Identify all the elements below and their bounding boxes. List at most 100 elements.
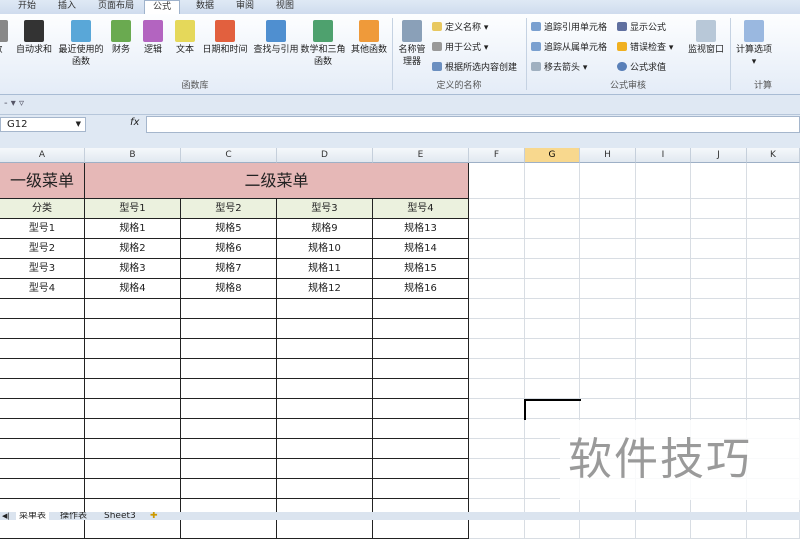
cell[interactable] (580, 239, 636, 259)
empty-cell[interactable] (181, 299, 277, 319)
sheet-tab-2[interactable]: Sheet3 (104, 512, 136, 520)
cell[interactable] (525, 379, 580, 399)
table-cell[interactable]: 规格7 (181, 259, 277, 279)
cell[interactable] (469, 459, 525, 479)
empty-cell[interactable] (181, 339, 277, 359)
table-cell[interactable]: 规格3 (85, 259, 181, 279)
empty-cell[interactable] (0, 419, 85, 439)
empty-cell[interactable] (85, 459, 181, 479)
empty-cell[interactable] (85, 439, 181, 459)
cell[interactable] (691, 359, 747, 379)
cell[interactable] (636, 299, 691, 319)
cell[interactable] (747, 163, 800, 199)
table-cell[interactable]: 规格8 (181, 279, 277, 299)
empty-cell[interactable] (373, 339, 469, 359)
cell[interactable] (691, 339, 747, 359)
empty-cell[interactable] (0, 299, 85, 319)
cell[interactable] (580, 339, 636, 359)
cell[interactable] (636, 399, 691, 419)
empty-cell[interactable] (277, 439, 373, 459)
cell[interactable] (636, 219, 691, 239)
cell[interactable] (525, 199, 580, 219)
empty-cell[interactable] (85, 319, 181, 339)
cell[interactable] (469, 339, 525, 359)
empty-cell[interactable] (85, 299, 181, 319)
cell[interactable] (525, 259, 580, 279)
cell[interactable] (469, 239, 525, 259)
cell[interactable] (691, 199, 747, 219)
trace-precedents-button[interactable]: 追踪引用单元格 (531, 20, 607, 33)
cell[interactable] (525, 519, 580, 539)
empty-cell[interactable] (181, 459, 277, 479)
cell[interactable] (469, 279, 525, 299)
empty-cell[interactable] (85, 339, 181, 359)
empty-cell[interactable] (277, 519, 373, 539)
empty-cell[interactable] (277, 479, 373, 499)
cell[interactable] (580, 299, 636, 319)
empty-cell[interactable] (181, 379, 277, 399)
cell[interactable] (469, 359, 525, 379)
table-cell[interactable]: 规格16 (373, 279, 469, 299)
empty-cell[interactable] (0, 519, 85, 539)
empty-cell[interactable] (277, 299, 373, 319)
name-box[interactable]: G12 ▼ (0, 117, 86, 132)
tab-3[interactable]: 公式 (144, 0, 181, 14)
error-checking-button[interactable]: 错误检查 ▾ (617, 40, 673, 53)
cell[interactable] (691, 399, 747, 419)
cell[interactable] (691, 299, 747, 319)
table-cell[interactable]: 规格9 (277, 219, 373, 239)
table-cell[interactable]: 规格1 (85, 219, 181, 239)
cell[interactable] (636, 239, 691, 259)
empty-cell[interactable] (373, 399, 469, 419)
cell[interactable] (469, 399, 525, 419)
calculation-options-button[interactable]: 计算选项 ▾ (734, 20, 774, 68)
show-formulas-button[interactable]: 显示公式 (617, 20, 666, 33)
function-button-1[interactable]: 自动求和 (14, 20, 54, 56)
function-button-3[interactable]: 财务 (108, 20, 134, 56)
cell[interactable] (747, 359, 800, 379)
cell[interactable] (525, 359, 580, 379)
empty-cell[interactable] (373, 419, 469, 439)
column-header-C[interactable]: C (181, 148, 277, 163)
cell[interactable] (691, 163, 747, 199)
remove-arrows-button[interactable]: 移去箭头 ▾ (531, 60, 587, 73)
sheet-tab-1[interactable]: 操作表 (60, 512, 87, 520)
table-cell[interactable]: 型号3 (0, 259, 85, 279)
empty-cell[interactable] (181, 519, 277, 539)
name-manager-button[interactable]: 名称管理器 (396, 20, 428, 68)
cell[interactable] (469, 419, 525, 439)
cell[interactable] (525, 319, 580, 339)
column-header-F[interactable]: F (469, 148, 525, 163)
cell[interactable] (525, 219, 580, 239)
cell[interactable] (525, 339, 580, 359)
cell[interactable] (580, 279, 636, 299)
empty-cell[interactable] (0, 359, 85, 379)
table-cell[interactable]: 规格13 (373, 219, 469, 239)
header-cell[interactable]: 分类 (0, 199, 85, 219)
new-sheet-icon[interactable]: ✚ (150, 512, 158, 520)
cell[interactable] (525, 163, 580, 199)
evaluate-formula-button[interactable]: 公式求值 (617, 60, 666, 73)
empty-cell[interactable] (85, 479, 181, 499)
table-cell[interactable]: 规格10 (277, 239, 373, 259)
column-header-A[interactable]: A (0, 148, 85, 163)
cell[interactable] (747, 299, 800, 319)
cell[interactable] (469, 519, 525, 539)
empty-cell[interactable] (0, 379, 85, 399)
function-button-7[interactable]: 查找与引用 (252, 20, 300, 56)
empty-cell[interactable] (373, 319, 469, 339)
table-cell[interactable]: 型号1 (0, 219, 85, 239)
cell[interactable] (469, 219, 525, 239)
header-cell[interactable]: 型号2 (181, 199, 277, 219)
sheet-tab-0[interactable]: 菜单表 (16, 512, 50, 520)
cell[interactable] (747, 259, 800, 279)
cell[interactable] (469, 199, 525, 219)
cell[interactable] (636, 359, 691, 379)
cell[interactable] (747, 399, 800, 419)
cell[interactable] (636, 339, 691, 359)
tab-5[interactable]: 审阅 (236, 0, 254, 14)
cell[interactable] (580, 163, 636, 199)
cell[interactable] (469, 479, 525, 499)
empty-cell[interactable] (0, 399, 85, 419)
cell[interactable] (691, 219, 747, 239)
